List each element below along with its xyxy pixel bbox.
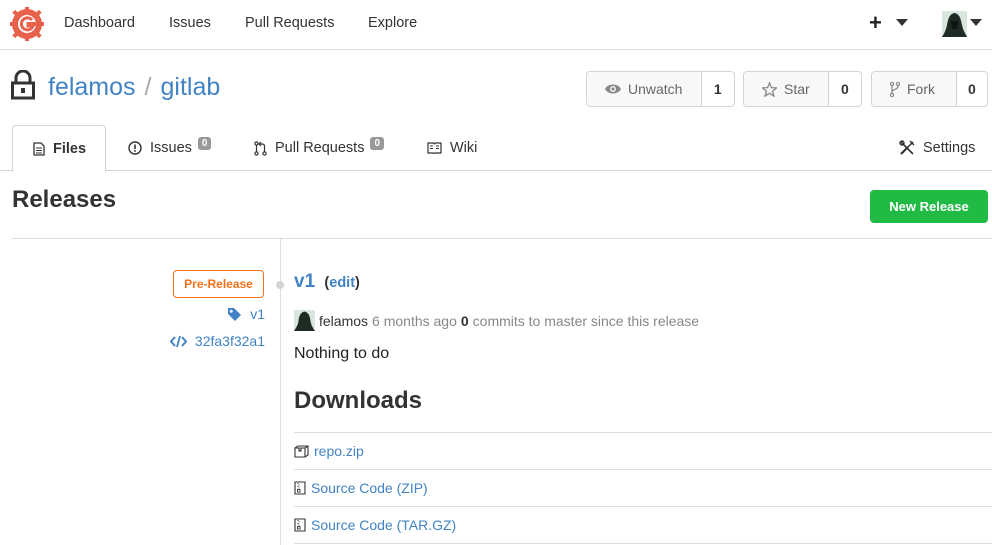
tools-icon (899, 140, 915, 155)
fork-label: Fork (907, 81, 935, 97)
nav-explore[interactable]: Explore (368, 15, 417, 31)
nav-pull-requests[interactable]: Pull Requests (245, 15, 334, 31)
unwatch-label: Unwatch (628, 81, 683, 97)
nav-dashboard[interactable]: Dashboard (64, 15, 135, 31)
file-zip-icon (294, 481, 306, 495)
download-link-source-targz[interactable]: Source Code (TAR.GZ) (311, 517, 456, 533)
watch-count[interactable]: 1 (700, 72, 734, 106)
timeline-dot (276, 281, 284, 289)
download-item[interactable]: Source Code (ZIP) (294, 469, 992, 506)
download-item[interactable]: Source Code (TAR.GZ) (294, 506, 992, 543)
gogs-logo-icon[interactable] (10, 7, 44, 41)
user-avatar[interactable] (942, 11, 967, 37)
git-pull-request-icon (254, 140, 267, 156)
release-title-link[interactable]: v1 (294, 271, 315, 292)
fork-button[interactable]: Fork (872, 72, 956, 106)
commit-count: 0 (460, 312, 469, 329)
fork-icon (890, 81, 900, 97)
create-dropdown-caret-icon[interactable] (896, 19, 908, 26)
release-edit: (edit) (324, 275, 359, 291)
release-note: Nothing to do (294, 345, 390, 362)
star-button[interactable]: Star (744, 72, 828, 106)
release-commit-link[interactable]: 32fa3f32a1 (195, 333, 265, 349)
author-avatar[interactable] (294, 310, 315, 331)
tab-issues-label: Issues (150, 140, 192, 156)
edit-close-paren: ) (355, 275, 360, 291)
user-dropdown-caret-icon[interactable] (970, 19, 982, 26)
issue-opened-icon (128, 141, 142, 155)
tab-settings-label: Settings (923, 140, 976, 156)
page-title: Releases (12, 186, 117, 213)
lock-icon (11, 70, 35, 100)
repo-owner-link[interactable]: felamos (48, 73, 136, 101)
release-time: 6 months ago (372, 312, 457, 329)
release-edit-link[interactable]: edit (329, 275, 355, 291)
top-navbar: Dashboard Issues Pull Requests Explore + (0, 0, 992, 50)
repo-name-link[interactable]: gitlab (161, 73, 221, 101)
release-meta: felamos 6 months ago 0 commits to master… (294, 310, 699, 331)
star-icon (762, 81, 777, 97)
tab-wiki[interactable]: Wiki (427, 125, 477, 171)
commits-since-text: commits to master since this release (472, 312, 700, 329)
release-tag[interactable]: v1 (227, 306, 265, 322)
repo-title: felamos / gitlab (48, 73, 220, 102)
downloads-divider (294, 543, 992, 544)
tab-pull-requests[interactable]: Pull Requests 0 (254, 125, 385, 171)
star-button-group: Star 0 (743, 71, 862, 107)
release-title: v1 (edit) (294, 271, 360, 293)
pre-release-badge: Pre-Release (173, 270, 264, 298)
fork-button-group: Fork 0 (871, 71, 988, 107)
nav-issues[interactable]: Issues (169, 15, 211, 31)
download-item[interactable]: repo.zip (294, 432, 992, 469)
eye-icon (605, 84, 621, 94)
tag-icon (228, 307, 242, 321)
new-release-button[interactable]: New Release (870, 190, 988, 223)
repo-separator: / (144, 73, 152, 101)
package-icon (294, 444, 309, 458)
tab-files[interactable]: Files (12, 125, 106, 172)
code-icon (169, 335, 187, 347)
repo-tabs: Files Issues 0 Pull Requests 0 Wiki Sett… (0, 125, 992, 172)
release-commit[interactable]: 32fa3f32a1 (169, 333, 265, 349)
file-text-icon (33, 141, 45, 156)
release-author[interactable]: felamos (319, 313, 368, 329)
star-label: Star (784, 81, 810, 97)
star-count[interactable]: 0 (827, 72, 861, 106)
downloads-heading: Downloads (294, 387, 423, 414)
tab-files-label: Files (53, 140, 87, 157)
fork-count[interactable]: 0 (955, 72, 987, 106)
tab-pull-requests-label: Pull Requests (275, 140, 365, 156)
tab-wiki-label: Wiki (450, 140, 478, 156)
unwatch-button[interactable]: Unwatch (587, 72, 701, 106)
tab-settings[interactable]: Settings (899, 125, 975, 171)
book-icon (427, 142, 442, 154)
download-link-source-zip[interactable]: Source Code (ZIP) (311, 480, 428, 496)
download-link-repo-zip[interactable]: repo.zip (314, 443, 364, 459)
tab-issues[interactable]: Issues 0 (128, 125, 212, 171)
pulls-count-badge: 0 (370, 136, 385, 150)
release-tag-link[interactable]: v1 (250, 306, 265, 322)
file-zip-icon (294, 518, 306, 532)
issues-count-badge: 0 (197, 136, 212, 150)
plus-icon[interactable]: + (869, 10, 882, 36)
header-divider (12, 238, 992, 239)
watch-button-group: Unwatch 1 (586, 71, 735, 107)
